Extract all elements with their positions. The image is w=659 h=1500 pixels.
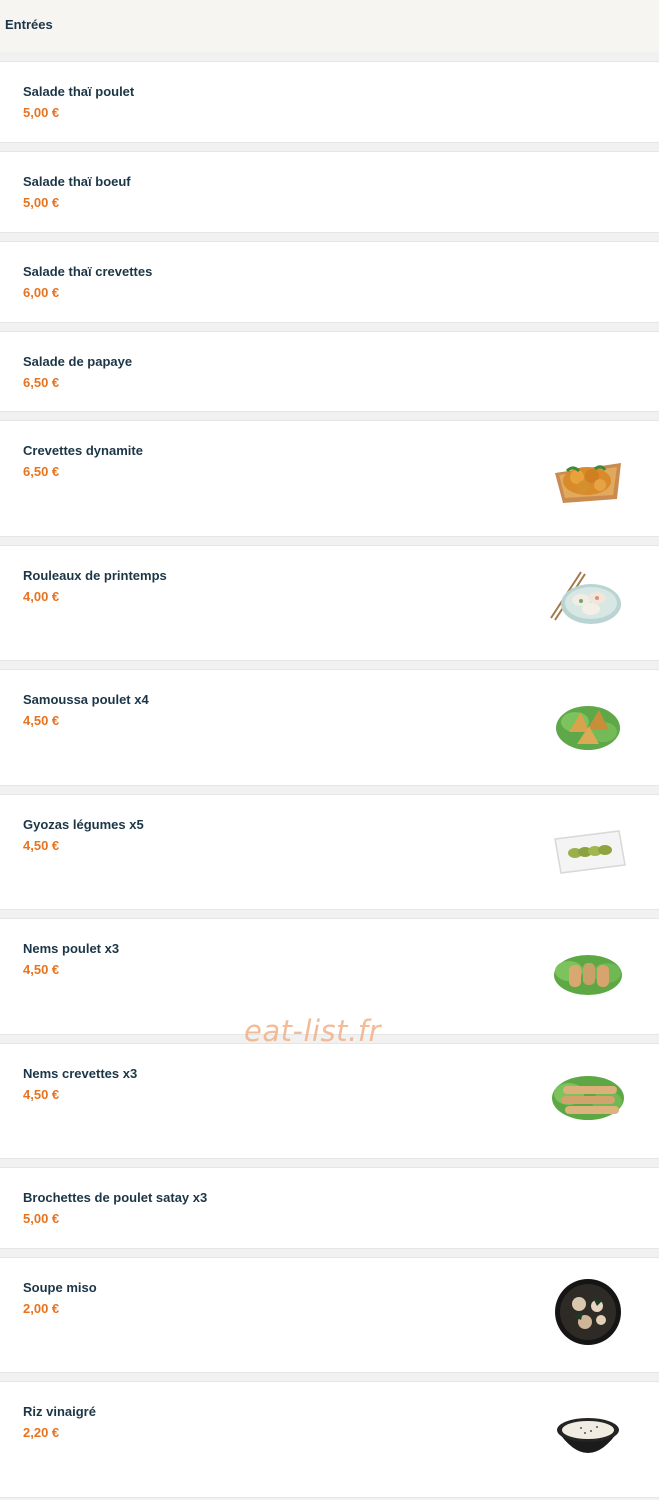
menu-item[interactable]: Rouleaux de printemps 4,00 €	[0, 545, 659, 661]
menu-item-price: 5,00 €	[23, 105, 60, 120]
samosa-photo[interactable]	[545, 692, 631, 762]
menu-item-name: Rouleaux de printemps	[23, 568, 167, 583]
menu-item-name: Soupe miso	[23, 1280, 97, 1295]
menu-item-name: Nems crevettes x3	[23, 1066, 138, 1081]
menu-item[interactable]: Salade thaï crevettes 6,00 €	[0, 241, 659, 323]
menu-item-name: Salade de papaye	[23, 354, 133, 369]
menu-item-name: Riz vinaigré	[23, 1404, 96, 1419]
gyoza-photo[interactable]	[545, 817, 631, 887]
menu-item[interactable]: Nems crevettes x3 4,50 €	[0, 1043, 659, 1159]
menu-item-name: Brochettes de poulet satay x3	[23, 1190, 208, 1205]
nems-chicken-photo[interactable]	[545, 939, 631, 1009]
vinegared-rice-photo[interactable]	[545, 1404, 631, 1474]
menu-item-price: 2,20 €	[23, 1425, 60, 1440]
menu-item[interactable]: Riz vinaigré 2,20 €	[0, 1381, 659, 1498]
menu-item-price: 4,50 €	[23, 838, 60, 853]
spring-rolls-photo[interactable]	[545, 566, 631, 636]
section-header: Entrées	[0, 0, 659, 52]
menu-item-price: 6,00 €	[23, 285, 60, 300]
menu-item-name: Nems poulet x3	[23, 941, 120, 956]
miso-soup-photo[interactable]	[545, 1276, 631, 1346]
menu-item-name: Samoussa poulet x4	[23, 692, 149, 707]
menu-item-name: Salade thaï crevettes	[23, 264, 153, 279]
menu-item-price: 6,50 €	[23, 464, 60, 479]
menu-item[interactable]: Salade thaï poulet 5,00 €	[0, 61, 659, 143]
menu-item-price: 6,50 €	[23, 375, 60, 390]
menu-item[interactable]: Soupe miso 2,00 €	[0, 1257, 659, 1373]
menu-item[interactable]: Samoussa poulet x4 4,50 €	[0, 669, 659, 786]
menu-item-price: 5,00 €	[23, 195, 60, 210]
menu-item[interactable]: Salade thaï boeuf 5,00 €	[0, 151, 659, 233]
menu-item-price: 4,50 €	[23, 962, 60, 977]
menu-item-name: Crevettes dynamite	[23, 443, 143, 458]
dynamite-shrimp-photo[interactable]	[545, 443, 631, 513]
menu-item-price: 2,00 €	[23, 1301, 60, 1316]
menu-item-name: Gyozas légumes x5	[23, 817, 144, 832]
menu-item-price: 4,00 €	[23, 589, 60, 604]
menu-item-price: 4,50 €	[23, 1087, 60, 1102]
menu-item[interactable]: Brochettes de poulet satay x3 5,00 €	[0, 1167, 659, 1249]
menu-item-price: 4,50 €	[23, 713, 60, 728]
menu-item-name: Salade thaï boeuf	[23, 174, 131, 189]
menu-item-price: 5,00 €	[23, 1211, 60, 1226]
nems-shrimp-photo[interactable]	[545, 1064, 631, 1134]
section-title: Entrées	[5, 17, 53, 32]
menu-item[interactable]: Salade de papaye 6,50 €	[0, 331, 659, 412]
menu-item[interactable]: Crevettes dynamite 6,50 €	[0, 420, 659, 537]
menu-item[interactable]: Gyozas légumes x5 4,50 €	[0, 794, 659, 910]
menu-item-name: Salade thaï poulet	[23, 84, 135, 99]
watermark-text: eat-list.fr	[244, 1014, 381, 1048]
